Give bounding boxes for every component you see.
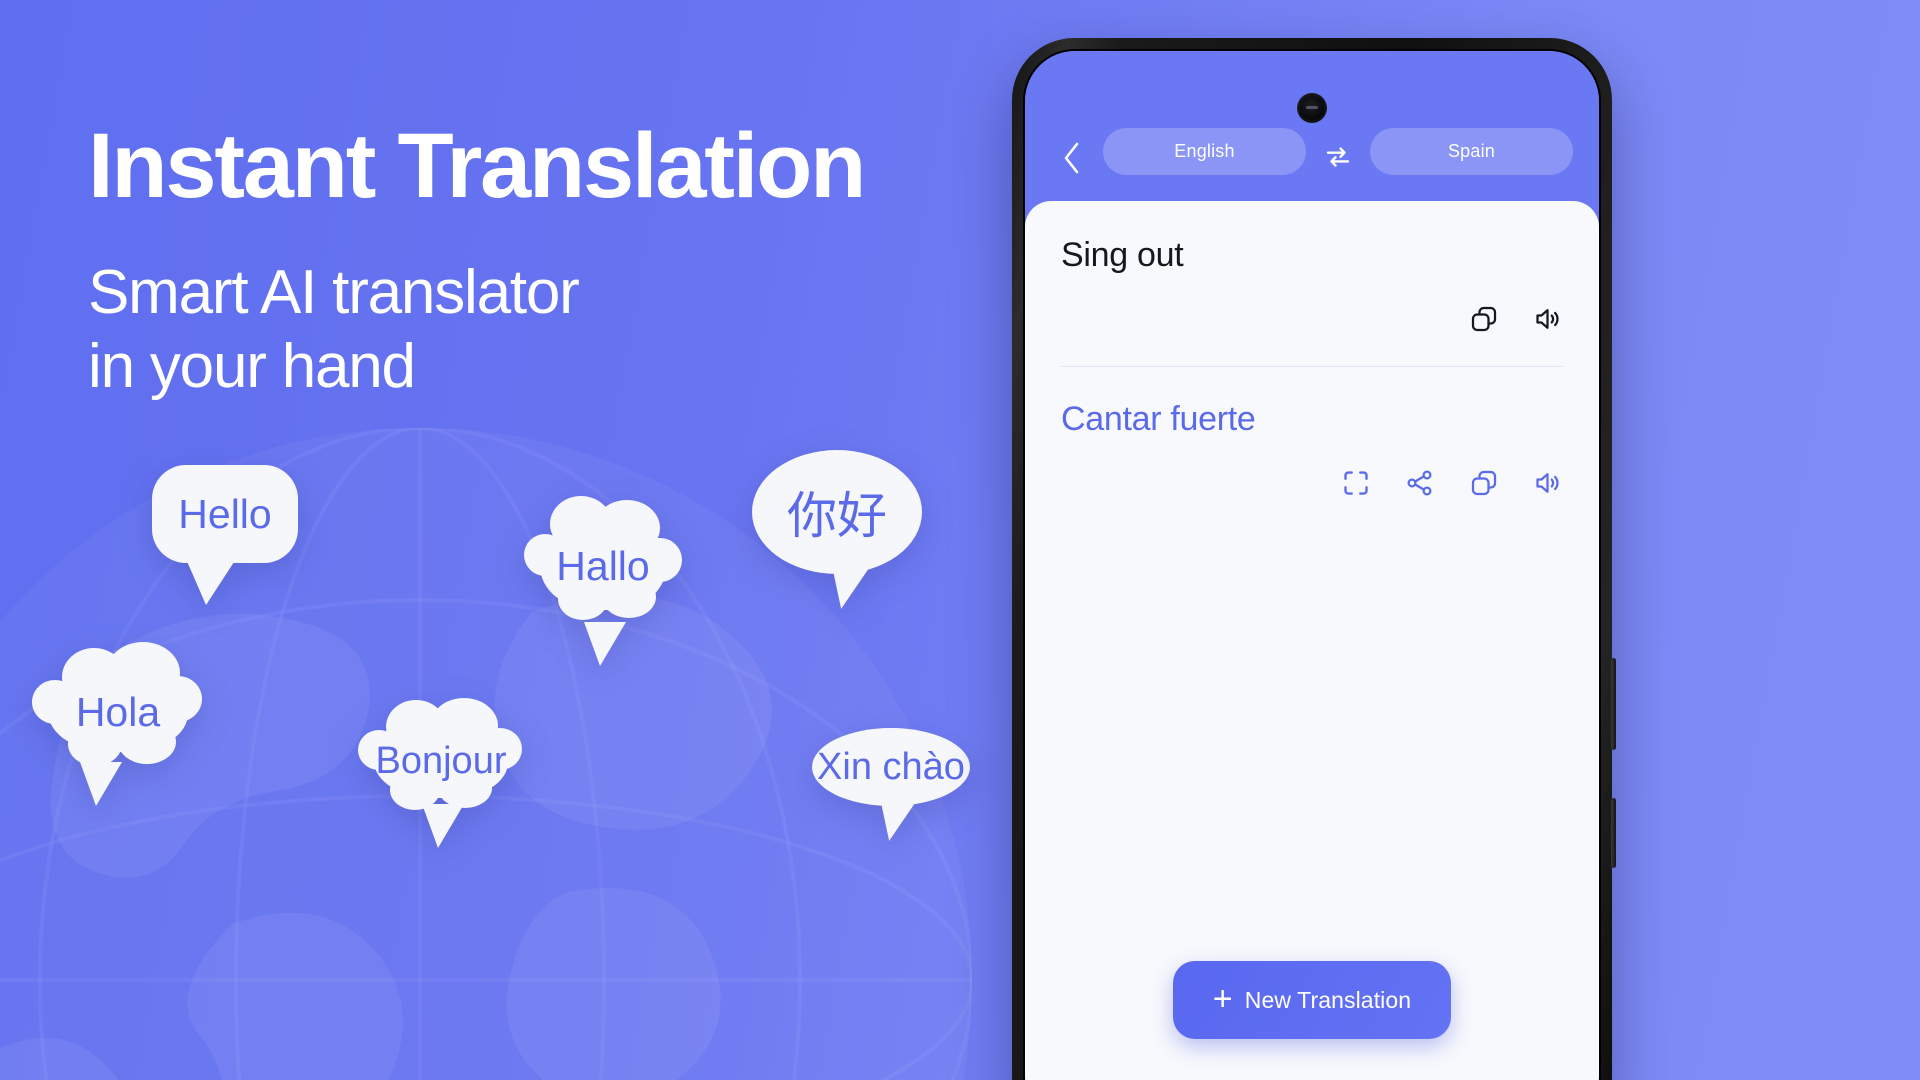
copy-button[interactable]: [1469, 304, 1499, 334]
speech-bubble-label: Hello: [178, 490, 272, 537]
volume-button[interactable]: [1611, 798, 1616, 868]
speech-bubble-nihao: 你好: [752, 450, 922, 574]
source-language-selector[interactable]: English: [1103, 128, 1306, 175]
source-language-label: English: [1174, 141, 1235, 161]
fullscreen-icon: [1344, 470, 1368, 495]
translated-text: Cantar fuerte: [1061, 399, 1256, 438]
hero-copy: Instant Translation Smart AI translator …: [88, 120, 1088, 405]
speech-bubble-hello: Hello: [152, 465, 298, 605]
front-camera-icon: [1297, 93, 1327, 123]
target-language-label: Spain: [1447, 141, 1496, 161]
translation-sheet: Sing out Cantar fuerte + New Translation: [1025, 201, 1599, 1080]
phone-screen: English Spain Sing out Cantar fuerte + N…: [1025, 51, 1599, 1080]
copy-icon: [1471, 306, 1497, 331]
speech-bubble-hallo: Hallo: [524, 496, 682, 666]
hero-subtitle-line-1: Smart AI translator: [88, 258, 580, 327]
volume-icon: [1536, 308, 1559, 329]
source-actions: [1061, 302, 1563, 336]
chevron-left-icon: [1064, 142, 1079, 174]
phone-bezel: English Spain Sing out Cantar fuerte + N…: [1023, 49, 1601, 1080]
page-title: Instant Translation: [88, 115, 866, 217]
power-button[interactable]: [1611, 658, 1616, 750]
fullscreen-button[interactable]: [1341, 468, 1371, 498]
phone-mockup: English Spain Sing out Cantar fuerte + N…: [1012, 38, 1616, 1080]
language-selector-bar: English Spain: [1025, 51, 1599, 201]
volume-icon: [1536, 472, 1559, 493]
target-actions: [1061, 466, 1563, 500]
speech-bubble-label: Xin chào: [817, 745, 965, 788]
swap-languages-icon: [1326, 147, 1350, 167]
copy-button[interactable]: [1469, 468, 1499, 498]
speech-bubble-label: 你好: [787, 488, 887, 544]
promo-banner: Instant Translation Smart AI translator …: [0, 0, 1920, 1080]
target-language-selector[interactable]: Spain: [1370, 128, 1573, 175]
share-icon: [1407, 470, 1432, 496]
new-translation-button[interactable]: + New Translation: [1172, 961, 1452, 1039]
fab-container: + New Translation: [1061, 961, 1563, 1080]
speech-bubble-hola: Hola: [32, 642, 202, 806]
listen-button[interactable]: [1533, 468, 1563, 498]
back-button[interactable]: [1055, 141, 1089, 175]
swap-languages-button[interactable]: [1320, 139, 1356, 175]
hero-subtitle-line-2: in your hand: [88, 332, 416, 402]
share-button[interactable]: [1405, 468, 1435, 498]
listen-button[interactable]: [1533, 304, 1563, 334]
speech-bubble-xinchao: Xin chào: [812, 728, 970, 806]
hero-subtitle: Smart AI translator in your hand: [88, 256, 1088, 405]
new-translation-label: New Translation: [1244, 986, 1412, 1013]
copy-icon: [1471, 470, 1497, 495]
source-text: Sing out: [1061, 236, 1184, 274]
speech-bubble-bonjour: Bonjour: [358, 698, 522, 848]
